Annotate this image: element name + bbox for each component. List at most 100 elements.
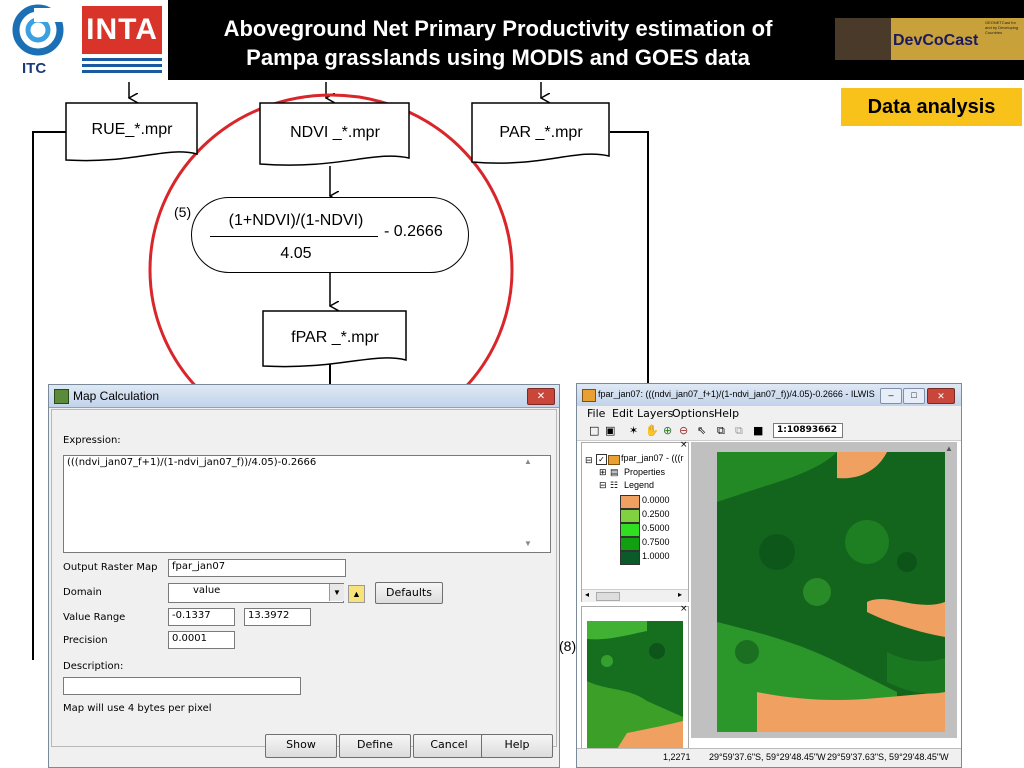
expression-input[interactable]: (((ndvi_jan07_f+1)/(1-ndvi_jan07_f))/4.0… bbox=[63, 455, 551, 553]
scroll-right-icon[interactable]: ▸ bbox=[678, 590, 682, 599]
calculator-icon bbox=[54, 389, 69, 404]
close-button[interactable]: ✕ bbox=[527, 388, 555, 405]
collapse-legend-icon[interactable]: ⊟ bbox=[599, 480, 607, 491]
devcocast-text: DevCoCast bbox=[893, 32, 979, 49]
cancel-button[interactable]: Cancel bbox=[413, 734, 485, 758]
ndvi-label: NDVI _*.mpr bbox=[290, 124, 380, 141]
legend-value: 0.2500 bbox=[642, 509, 670, 519]
itc-text: ITC bbox=[22, 60, 47, 77]
dialog-titlebar[interactable]: Map Calculation ✕ bbox=[49, 385, 559, 408]
tree-horizontal-scrollbar[interactable]: ◂ ▸ bbox=[582, 589, 688, 602]
legend-swatch bbox=[620, 495, 640, 509]
panel-close-icon[interactable]: × bbox=[680, 440, 688, 450]
tree-legend-label[interactable]: Legend bbox=[624, 480, 654, 490]
overview-map-image bbox=[587, 621, 683, 749]
paste-icon[interactable]: ⧉ bbox=[735, 424, 743, 438]
itc-logo: ITC bbox=[0, 0, 76, 80]
menu-edit[interactable]: Edit bbox=[612, 407, 633, 420]
status-coordinate: 29°59'37.6"S, 59°29'48.45"W bbox=[709, 752, 826, 762]
formula-constant: - 0.2666 bbox=[384, 223, 443, 240]
map-window-icon bbox=[582, 389, 596, 402]
ilwis-map-window: fpar_jan07: (((ndvi_jan07_f+1)/(1-ndvi_j… bbox=[576, 383, 962, 768]
range-max-value: 13.3972 bbox=[248, 610, 290, 621]
devcocast-subtitle: GEONETCast for and by Developing Countri… bbox=[985, 20, 1019, 35]
menu-layers[interactable]: Layers bbox=[637, 407, 673, 420]
scroll-down-icon[interactable]: ▼ bbox=[524, 539, 532, 548]
new-icon[interactable]: □ bbox=[589, 424, 599, 437]
map-raster-image bbox=[717, 452, 945, 732]
scroll-thumb[interactable] bbox=[596, 592, 620, 601]
map-calculation-dialog: Map Calculation ✕ Expression: (((ndvi_ja… bbox=[48, 384, 560, 768]
dialog-title: Map Calculation bbox=[73, 389, 160, 403]
scale-input[interactable]: 1:10893662 bbox=[773, 423, 843, 438]
help-button[interactable]: Help bbox=[481, 734, 553, 758]
step-number-8: (8) bbox=[559, 638, 577, 654]
expand-icon[interactable]: ⊟ bbox=[585, 455, 593, 466]
rue-label: RUE_*.mpr bbox=[91, 121, 173, 138]
map-scroll-up-icon[interactable]: ▲ bbox=[945, 444, 953, 453]
output-raster-value: fpar_jan07 bbox=[172, 561, 226, 572]
defaults-button[interactable]: Defaults bbox=[375, 582, 443, 604]
map-raster[interactable] bbox=[717, 452, 945, 732]
expression-text: (((ndvi_jan07_f+1)/(1-ndvi_jan07_f))/4.0… bbox=[67, 457, 317, 468]
define-button[interactable]: Define bbox=[339, 734, 411, 758]
save-icon[interactable]: ■ bbox=[753, 424, 763, 437]
minimize-button[interactable]: – bbox=[880, 388, 902, 404]
maximize-button[interactable]: □ bbox=[903, 388, 925, 404]
precision-label: Precision bbox=[63, 635, 108, 646]
menu-help[interactable]: Help bbox=[714, 407, 739, 420]
step-number: (5) bbox=[174, 204, 192, 220]
range-min-input[interactable]: -0.1337 bbox=[168, 608, 235, 626]
range-min-value: -0.1337 bbox=[172, 610, 211, 621]
fpar-label: fPAR _*.mpr bbox=[291, 329, 379, 346]
menu-options[interactable]: Options bbox=[672, 407, 714, 420]
map-viewport[interactable]: ▲ bbox=[691, 442, 957, 738]
zoom-in-icon[interactable]: ⊕ bbox=[663, 424, 672, 437]
toolbar: □ ▣ ✶ ✋ ⊕ ⊖ ⇖ ⧉ ⧉ ■ 1:10893662 bbox=[577, 422, 961, 441]
status-latlon: 29°59'37.63"S, 59°29'48.45"W bbox=[827, 752, 949, 762]
formula-denominator: 4.05 bbox=[280, 245, 312, 262]
ilwis-title: fpar_jan07: (((ndvi_jan07_f+1)/(1-ndvi_j… bbox=[598, 389, 875, 399]
inta-logo: INTA bbox=[76, 0, 168, 80]
close-button[interactable]: ✕ bbox=[927, 388, 955, 404]
ilwis-titlebar[interactable]: fpar_jan07: (((ndvi_jan07_f+1)/(1-ndvi_j… bbox=[577, 384, 961, 407]
status-value: 1,2271 bbox=[663, 752, 691, 762]
pan-icon[interactable]: ✋ bbox=[645, 424, 659, 437]
legend-swatch bbox=[620, 537, 640, 551]
tree-root-label[interactable]: fpar_jan07 - (((r bbox=[621, 453, 684, 463]
tree-properties-label[interactable]: Properties bbox=[624, 467, 665, 477]
zoom-out-icon[interactable]: ⊖ bbox=[679, 424, 688, 437]
devcocast-logo: DevCoCast GEONETCast for and by Developi… bbox=[835, 18, 1024, 60]
par-label: PAR _*.mpr bbox=[499, 124, 583, 141]
output-raster-label: Output Raster Map bbox=[63, 562, 158, 573]
expand-properties-icon[interactable]: ⊞ bbox=[599, 467, 607, 478]
raster-icon bbox=[608, 455, 620, 465]
overview-close-icon[interactable]: × bbox=[680, 604, 688, 614]
formula-numerator: (1+NDVI)/(1-NDVI) bbox=[228, 212, 364, 229]
pointer-icon[interactable]: ⇖ bbox=[697, 424, 706, 437]
chevron-down-icon[interactable]: ▼ bbox=[329, 584, 344, 601]
layer-checkbox[interactable]: ✓ bbox=[596, 454, 607, 465]
menu-file[interactable]: File bbox=[587, 407, 605, 420]
layer-tree-panel: × ⊟ ✓ fpar_jan07 - (((r ⊞ ▤ Properties ⊟… bbox=[581, 440, 689, 602]
normal-icon[interactable]: ✶ bbox=[629, 424, 638, 437]
copy-icon[interactable]: ⧉ bbox=[717, 424, 725, 438]
legend-swatch bbox=[620, 551, 640, 565]
description-label: Description: bbox=[63, 661, 124, 672]
create-domain-icon[interactable]: ▲ bbox=[348, 585, 365, 603]
precision-input[interactable]: 0.0001 bbox=[168, 631, 235, 649]
show-button[interactable]: Show bbox=[265, 734, 337, 758]
domain-select[interactable]: value bbox=[168, 583, 344, 603]
overview-map[interactable] bbox=[587, 621, 683, 749]
expression-label: Expression: bbox=[63, 435, 121, 446]
entire-map-icon[interactable]: ▣ bbox=[605, 424, 615, 437]
range-max-input[interactable]: 13.3972 bbox=[244, 608, 311, 626]
domain-label: Domain bbox=[63, 587, 102, 598]
info-text: Map will use 4 bytes per pixel bbox=[63, 703, 212, 714]
scroll-up-icon[interactable]: ▲ bbox=[524, 457, 532, 466]
output-raster-input[interactable]: fpar_jan07 bbox=[168, 559, 346, 577]
scale-value: 1:10893662 bbox=[777, 425, 837, 435]
description-input[interactable] bbox=[63, 677, 301, 695]
scroll-left-icon[interactable]: ◂ bbox=[585, 590, 589, 599]
legend-value: 0.7500 bbox=[642, 537, 670, 547]
